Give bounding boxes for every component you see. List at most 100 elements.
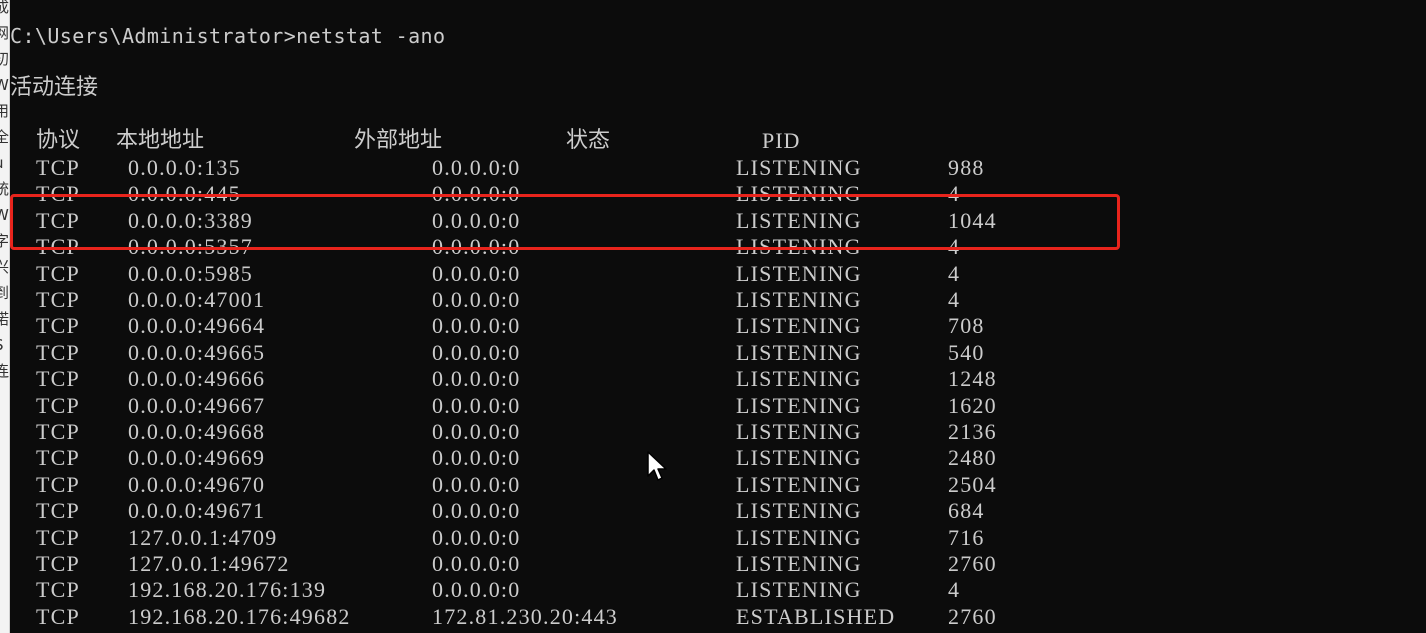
background-window-glyph: 到: [0, 282, 9, 304]
cell-pid: 4: [948, 260, 961, 286]
background-window-glyph: 诺: [0, 308, 9, 330]
cell-local: 192.168.20.176:49682: [128, 603, 351, 629]
cell-foreign: 0.0.0.0:0: [432, 551, 521, 576]
cell-state: LISTENING: [736, 498, 862, 524]
table-row: TCP 0.0.0.0:49665 0.0.0.0:0 LISTENING 540: [10, 340, 1110, 366]
cell-foreign: 0.0.0.0:0: [432, 577, 521, 603]
cell-pid: 708: [948, 313, 985, 339]
background-window-glyph: 连: [0, 360, 9, 382]
cell-local: 127.0.0.1:4709: [128, 524, 278, 550]
cell-local: 0.0.0.0:49669: [128, 445, 266, 471]
cell-state: LISTENING: [736, 339, 862, 365]
cell-pid: 540: [948, 339, 985, 365]
cell-state: LISTENING: [736, 287, 862, 312]
cell-pid: 988: [948, 155, 985, 180]
table-row: TCP 127.0.0.1:49672 0.0.0.0:0 LISTENING 2760: [10, 551, 1110, 577]
background-window-glyph: S: [0, 334, 9, 356]
cell-proto: TCP: [36, 445, 80, 471]
cell-local: 0.0.0.0:49664: [128, 313, 266, 339]
column-header-state: 状态: [566, 128, 611, 153]
cell-state: LISTENING: [736, 551, 862, 576]
cell-foreign: 0.0.0.0:0: [432, 366, 521, 392]
cell-local: 0.0.0.0:5985: [128, 260, 254, 286]
cell-local: 0.0.0.0:49667: [128, 392, 266, 418]
table-row: TCP 0.0.0.0:47001 0.0.0.0:0 LISTENING 4: [10, 287, 1110, 313]
cell-proto: TCP: [36, 207, 80, 233]
cell-local: 0.0.0.0:49665: [128, 339, 266, 365]
cell-foreign: 0.0.0.0:0: [432, 498, 521, 524]
cell-local: 0.0.0.0:135: [128, 155, 241, 180]
cell-local: 0.0.0.0:3389: [128, 207, 254, 233]
table-row: TCP 127.0.0.1:4709 0.0.0.0:0 LISTENING 716: [10, 525, 1110, 551]
background-window-glyph: 初: [0, 48, 9, 70]
table-row: TCP 0.0.0.0:49664 0.0.0.0:0 LISTENING 708: [10, 313, 1110, 339]
command-prompt-line: C:\Users\Administrator>netstat -ano: [10, 24, 446, 48]
table-row: TCP 0.0.0.0:3389 0.0.0.0:0 LISTENING 1044: [10, 208, 1110, 234]
cell-foreign: 0.0.0.0:0: [432, 339, 521, 365]
table-row: TCP 0.0.0.0:49671 0.0.0.0:0 LISTENING 684: [10, 498, 1110, 524]
background-window-glyph: 全: [0, 126, 9, 148]
cell-state: LISTENING: [736, 471, 862, 497]
cell-state: LISTENING: [736, 260, 862, 286]
background-window-glyph: 字: [0, 230, 9, 252]
cell-foreign: 0.0.0.0:0: [432, 287, 521, 312]
active-connections-heading: 活动连接: [10, 75, 99, 100]
console-window[interactable]: C:\Users\Administrator>netstat -ano 活动连接…: [10, 0, 1426, 633]
table-row: TCP 192.168.20.176:49682 172.81.230.20:443…: [10, 604, 1110, 630]
cell-local: 127.0.0.1:49672: [128, 551, 290, 576]
cell-local: 0.0.0.0:49666: [128, 366, 266, 392]
cell-foreign: 0.0.0.0:0: [432, 419, 521, 444]
column-header-foreign: 外部地址: [354, 128, 443, 153]
background-window-glyph: 用: [0, 100, 9, 122]
cell-proto: TCP: [36, 419, 80, 444]
background-window-glyph: 兴: [0, 256, 9, 278]
cell-foreign: 0.0.0.0:0: [432, 155, 521, 180]
cell-proto: TCP: [36, 366, 80, 392]
cell-pid: 1248: [948, 366, 997, 392]
cell-proto: TCP: [36, 181, 80, 207]
cell-proto: TCP: [36, 155, 80, 180]
background-window-glyph: 成: [0, 0, 9, 18]
cell-foreign: 0.0.0.0:0: [432, 471, 521, 497]
table-row: TCP 0.0.0.0:49667 0.0.0.0:0 LISTENING 1620: [10, 393, 1110, 419]
cell-pid: 1620: [948, 392, 997, 418]
column-header-local: 本地地址: [116, 128, 205, 153]
cell-pid: 4: [948, 181, 961, 207]
cell-pid: 1044: [948, 207, 997, 233]
cell-pid: 716: [948, 524, 985, 550]
cell-local: 0.0.0.0:445: [128, 181, 241, 207]
column-header-pid: PID: [762, 128, 801, 153]
cell-local: 0.0.0.0:5357: [128, 234, 254, 260]
cell-proto: TCP: [36, 287, 80, 312]
cell-state: LISTENING: [736, 445, 862, 471]
cell-state: LISTENING: [736, 155, 862, 180]
cell-pid: 2480: [948, 445, 997, 471]
cell-proto: TCP: [36, 339, 80, 365]
table-row: TCP 0.0.0.0:49666 0.0.0.0:0 LISTENING 1248: [10, 366, 1110, 392]
background-window-glyph: 网: [0, 22, 9, 44]
table-row: TCP 192.168.20.176:139 0.0.0.0:0 LISTENING 4: [10, 577, 1110, 603]
table-row: TCP 0.0.0.0:49669 0.0.0.0:0 LISTENING 2480: [10, 445, 1110, 471]
cell-pid: 2504: [948, 471, 997, 497]
cell-pid: 684: [948, 498, 985, 524]
cell-proto: TCP: [36, 313, 80, 339]
cell-pid: 2760: [948, 603, 997, 629]
cell-state: LISTENING: [736, 207, 862, 233]
background-window-glyph: W: [0, 74, 9, 96]
cell-foreign: 0.0.0.0:0: [432, 234, 521, 260]
cell-local: 0.0.0.0:49671: [128, 498, 266, 524]
cell-pid: 2760: [948, 551, 997, 576]
mouse-pointer-icon: [647, 451, 667, 481]
cell-state: LISTENING: [736, 234, 862, 260]
cell-pid: 4: [948, 234, 961, 260]
cell-state: ESTABLISHED: [736, 603, 896, 629]
cell-foreign: 0.0.0.0:0: [432, 524, 521, 550]
cell-proto: TCP: [36, 234, 80, 260]
table-row: TCP 0.0.0.0:5357 0.0.0.0:0 LISTENING 4: [10, 234, 1110, 260]
cell-proto: TCP: [36, 577, 80, 603]
cell-state: LISTENING: [736, 392, 862, 418]
cell-proto: TCP: [36, 392, 80, 418]
background-window-glyph: 统: [0, 178, 9, 200]
cell-foreign: 0.0.0.0:0: [432, 392, 521, 418]
column-header-proto: 协议: [36, 128, 81, 153]
